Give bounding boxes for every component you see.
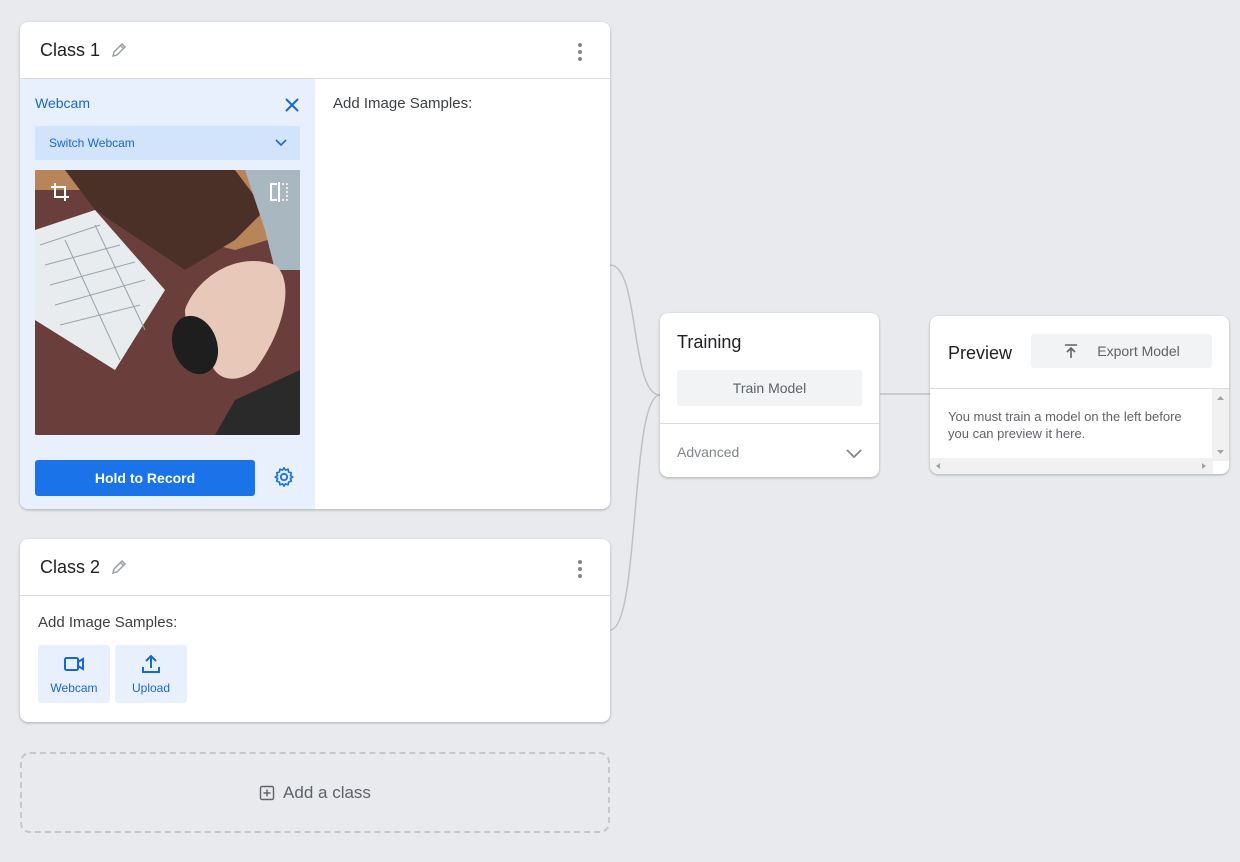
close-icon[interactable]: [283, 96, 301, 114]
webcam-source-button[interactable]: Webcam: [38, 645, 110, 703]
export-model-button[interactable]: Export Model: [1031, 334, 1212, 368]
edit-pencil-icon[interactable]: [109, 557, 129, 577]
class-1-card: Class 1 Webcam Switch Webcam Hold to Rec…: [20, 22, 610, 509]
vertical-scrollbar[interactable]: [1212, 389, 1229, 461]
class-2-header: Class 2: [20, 539, 610, 596]
class-2-card: Class 2 Add Image Samples: Webcam Upload: [20, 539, 610, 722]
class-1-samples-label: Add Image Samples:: [333, 95, 473, 112]
webcam-preview: [35, 170, 300, 435]
upload-source-label: Upload: [131, 681, 171, 695]
upload-icon: [140, 653, 162, 675]
class-1-header: Class 1: [20, 22, 610, 79]
switch-webcam-label: Switch Webcam: [49, 136, 135, 150]
switch-webcam-select[interactable]: Switch Webcam: [35, 126, 300, 160]
preview-title: Preview: [948, 343, 1013, 363]
training-card: Training Train Model Advanced: [660, 313, 879, 477]
webcam-panel: Webcam Switch Webcam Hold to Record: [20, 79, 315, 509]
add-class-label: Add a class: [283, 782, 371, 802]
webcam-feed-image: [35, 170, 300, 435]
webcam-panel-title: Webcam: [35, 95, 90, 111]
video-camera-icon: [63, 653, 85, 675]
crop-icon[interactable]: [49, 181, 71, 203]
more-options-icon[interactable]: [572, 560, 588, 578]
more-options-icon[interactable]: [572, 43, 588, 61]
upload-source-button[interactable]: Upload: [115, 645, 187, 703]
add-class-button[interactable]: Add a class: [20, 752, 610, 833]
chevron-down-icon: [274, 136, 288, 150]
gear-icon[interactable]: [273, 466, 295, 488]
preview-divider: [930, 388, 1229, 389]
export-model-label: Export Model: [1097, 343, 1180, 359]
hold-to-record-button[interactable]: Hold to Record: [35, 460, 255, 496]
preview-card: Preview Export Model You must train a mo…: [930, 316, 1229, 474]
chevron-down-icon[interactable]: [845, 444, 863, 462]
add-box-icon: [259, 785, 275, 801]
flip-icon[interactable]: [268, 181, 290, 203]
preview-message: You must train a model on the left befor…: [948, 409, 1182, 441]
horizontal-scrollbar[interactable]: [930, 458, 1213, 474]
webcam-source-label: Webcam: [50, 681, 98, 695]
class-2-title[interactable]: Class 2: [40, 557, 100, 578]
export-upload-icon: [1063, 343, 1079, 359]
training-divider: [660, 423, 879, 424]
train-model-button[interactable]: Train Model: [677, 370, 862, 406]
class-2-samples-label: Add Image Samples:: [38, 614, 178, 631]
edit-pencil-icon[interactable]: [109, 40, 129, 60]
advanced-toggle[interactable]: Advanced: [677, 444, 739, 460]
teachable-machine-canvas: Class 1 Webcam Switch Webcam Hold to Rec…: [0, 0, 1240, 862]
training-title: Training: [677, 332, 742, 352]
class-1-title[interactable]: Class 1: [40, 40, 100, 61]
